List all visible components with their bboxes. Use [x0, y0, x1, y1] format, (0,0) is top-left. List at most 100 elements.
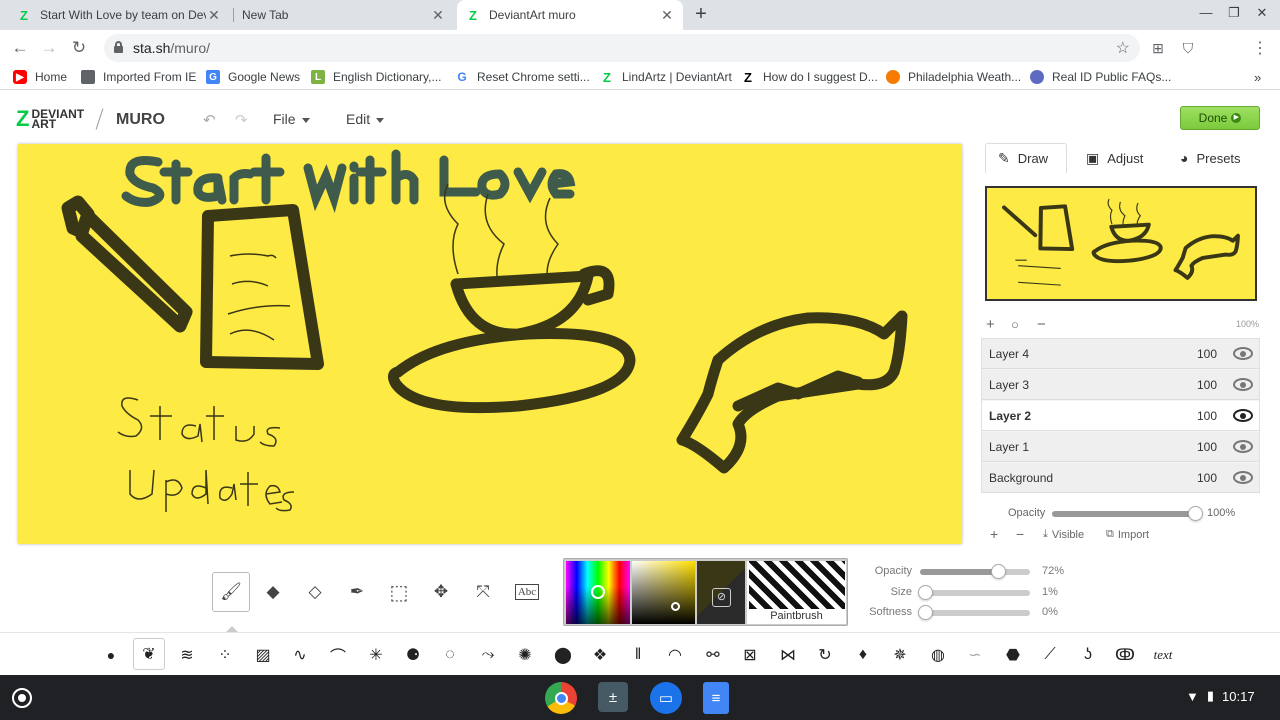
browser-tab-active[interactable]: Z DeviantArt muro ✕	[457, 0, 683, 30]
forward-icon[interactable]: →	[37, 37, 61, 59]
browser-tab[interactable]: Z Start With Love by team on DeviantArt …	[8, 0, 230, 30]
brush-softness-slider[interactable]	[918, 605, 1030, 620]
shade-picker[interactable]	[632, 561, 695, 624]
bookmark-item[interactable]: Philadelphia Weath...	[886, 70, 1021, 84]
system-tray[interactable]: ▼ ▮ 10:17	[1186, 688, 1255, 704]
drop-brush-icon[interactable]: ⬤	[550, 643, 576, 667]
address-bar[interactable]: sta.sh/muro/ ☆	[104, 34, 1140, 62]
splatter-brush-icon[interactable]: ✺	[512, 643, 538, 667]
bookmark-item[interactable]: G Google News	[206, 70, 300, 84]
redo-icon[interactable]: ↷	[235, 111, 248, 129]
move-tool-icon[interactable]: ✥	[422, 572, 460, 612]
bubbles-brush-icon[interactable]: ⚈	[400, 643, 426, 667]
dots-brush-icon[interactable]: ⁘	[212, 643, 238, 667]
bookmarks-overflow-icon[interactable]: »	[1254, 70, 1261, 85]
curl-brush-icon[interactable]: ↻	[812, 643, 838, 667]
remove-layer-icon[interactable]: −	[1037, 316, 1046, 333]
eye-icon[interactable]	[1233, 440, 1253, 453]
launcher-icon[interactable]	[12, 688, 32, 708]
drawing-canvas[interactable]	[18, 144, 962, 544]
swirl-brush-icon[interactable]: ↂ	[1112, 643, 1138, 667]
scribble-brush-icon[interactable]: ∿	[287, 643, 313, 667]
brush-tool-icon[interactable]: 🖌	[212, 572, 250, 612]
close-window-icon[interactable]: ✕	[1250, 5, 1274, 21]
close-icon[interactable]: ✕	[659, 7, 675, 24]
eraser-tool-icon[interactable]: ◆	[254, 572, 292, 612]
hatch-brush-icon[interactable]: ▨	[250, 643, 276, 667]
visible-button[interactable]: ⤓ Visible	[1043, 528, 1084, 541]
fan-brush-icon[interactable]: ◠	[662, 643, 688, 667]
eye-icon[interactable]	[1233, 378, 1253, 391]
brush-opacity-slider[interactable]	[920, 564, 1030, 579]
bookmark-item[interactable]: ▶ Home	[13, 70, 67, 84]
minus-icon[interactable]: −	[1016, 526, 1024, 542]
transform-tool-icon[interactable]: ⤧	[464, 572, 502, 612]
smudge-brush-icon[interactable]: ∽	[962, 643, 988, 667]
eye-icon[interactable]	[1233, 347, 1253, 360]
marker-brush-icon[interactable]: ⤳	[475, 643, 501, 667]
bookmark-item[interactable]: Z How do I suggest D...	[741, 70, 878, 85]
current-color-swatch[interactable]: ⊘	[697, 561, 745, 624]
shield-extension-icon[interactable]: ⛉	[1178, 38, 1198, 58]
texture-brush-icon[interactable]: ❖	[587, 643, 613, 667]
close-icon[interactable]: ✕	[206, 7, 222, 24]
crosshatch-brush-icon[interactable]: ⊠	[737, 643, 763, 667]
add-layer-icon[interactable]: +	[986, 316, 995, 333]
new-tab-button[interactable]: +	[690, 4, 712, 26]
minimize-icon[interactable]: —	[1194, 5, 1218, 20]
tab-adjust[interactable]: ▣ Adjust	[1086, 143, 1143, 173]
tab-draw[interactable]: ✎ Draw	[985, 143, 1067, 173]
slider-knob[interactable]	[991, 564, 1007, 579]
tab-presets[interactable]: ◕ Presets	[1180, 143, 1241, 173]
reload-icon[interactable]: ↻	[67, 37, 91, 59]
chrome-menu-icon[interactable]: ⋮	[1250, 38, 1270, 58]
slider-knob[interactable]	[918, 605, 933, 620]
slider-knob[interactable]	[918, 585, 933, 600]
blob-brush-icon[interactable]: ⬣	[1000, 643, 1026, 667]
add-icon[interactable]: +	[990, 526, 998, 542]
deviantart-logo[interactable]: Z DEVIANT ART	[16, 108, 84, 131]
brush-size-slider[interactable]	[918, 585, 1030, 600]
paintbrush-brush-icon[interactable]: ❦	[133, 638, 165, 670]
bookmark-star-icon[interactable]: ☆	[1116, 38, 1130, 58]
grass-brush-icon[interactable]: ✳	[363, 643, 389, 667]
bookmark-item[interactable]: Z LindArtz | DeviantArt	[600, 70, 732, 85]
eyedropper-tool-icon[interactable]: ✒	[338, 572, 376, 612]
bookmark-item[interactable]: Imported From IE	[81, 70, 196, 84]
brush-preview[interactable]: Paintbrush	[747, 561, 846, 624]
layer-row[interactable]: Layer 1 100	[982, 432, 1259, 462]
shade-knob[interactable]	[671, 602, 680, 611]
browser-tab[interactable]: New Tab ✕	[234, 0, 454, 30]
chrome-icon[interactable]	[545, 682, 577, 714]
restore-icon[interactable]: ❐	[1222, 5, 1246, 21]
close-icon[interactable]: ✕	[430, 7, 446, 24]
eye-icon[interactable]	[1233, 471, 1253, 484]
text-tool-icon[interactable]: Abc	[508, 572, 546, 612]
feather-brush-icon[interactable]: ⟋	[1037, 643, 1063, 667]
extension-icon[interactable]: ⊞	[1148, 38, 1168, 58]
layer-row[interactable]: Layer 4 100	[982, 339, 1259, 369]
layer-opacity-slider[interactable]	[1052, 506, 1203, 521]
lines-brush-icon[interactable]: ‖	[625, 643, 651, 667]
calligraphy-brush-icon[interactable]: ⌒	[325, 643, 351, 667]
back-icon[interactable]: ←	[8, 37, 32, 59]
text-brush-icon[interactable]: text	[1150, 643, 1176, 667]
hook-brush-icon[interactable]: ʖ	[1075, 643, 1101, 667]
undo-icon[interactable]: ↶	[203, 111, 216, 129]
bookmark-item[interactable]: G Reset Chrome setti...	[455, 70, 589, 84]
chain-brush-icon[interactable]: ⚯	[700, 643, 726, 667]
flame-brush-icon[interactable]: ♦	[850, 643, 876, 667]
wave-brush-icon[interactable]: ≋	[174, 643, 200, 667]
file-menu[interactable]: File	[273, 111, 310, 127]
docs-icon[interactable]: ≡	[703, 682, 729, 714]
import-button[interactable]: ⧉ Import	[1106, 528, 1149, 541]
circles-brush-icon[interactable]: ◌	[437, 643, 463, 667]
layer-row[interactable]: Layer 3 100	[982, 370, 1259, 400]
merge-layer-icon[interactable]: ○	[1011, 317, 1019, 332]
layer-row[interactable]: Background 100	[982, 463, 1259, 493]
fur-brush-icon[interactable]: ✵	[887, 643, 913, 667]
slider-knob[interactable]	[1188, 506, 1203, 521]
eye-icon[interactable]	[1233, 409, 1253, 422]
edit-menu[interactable]: Edit	[346, 111, 385, 127]
canvas-preview[interactable]	[985, 186, 1257, 301]
